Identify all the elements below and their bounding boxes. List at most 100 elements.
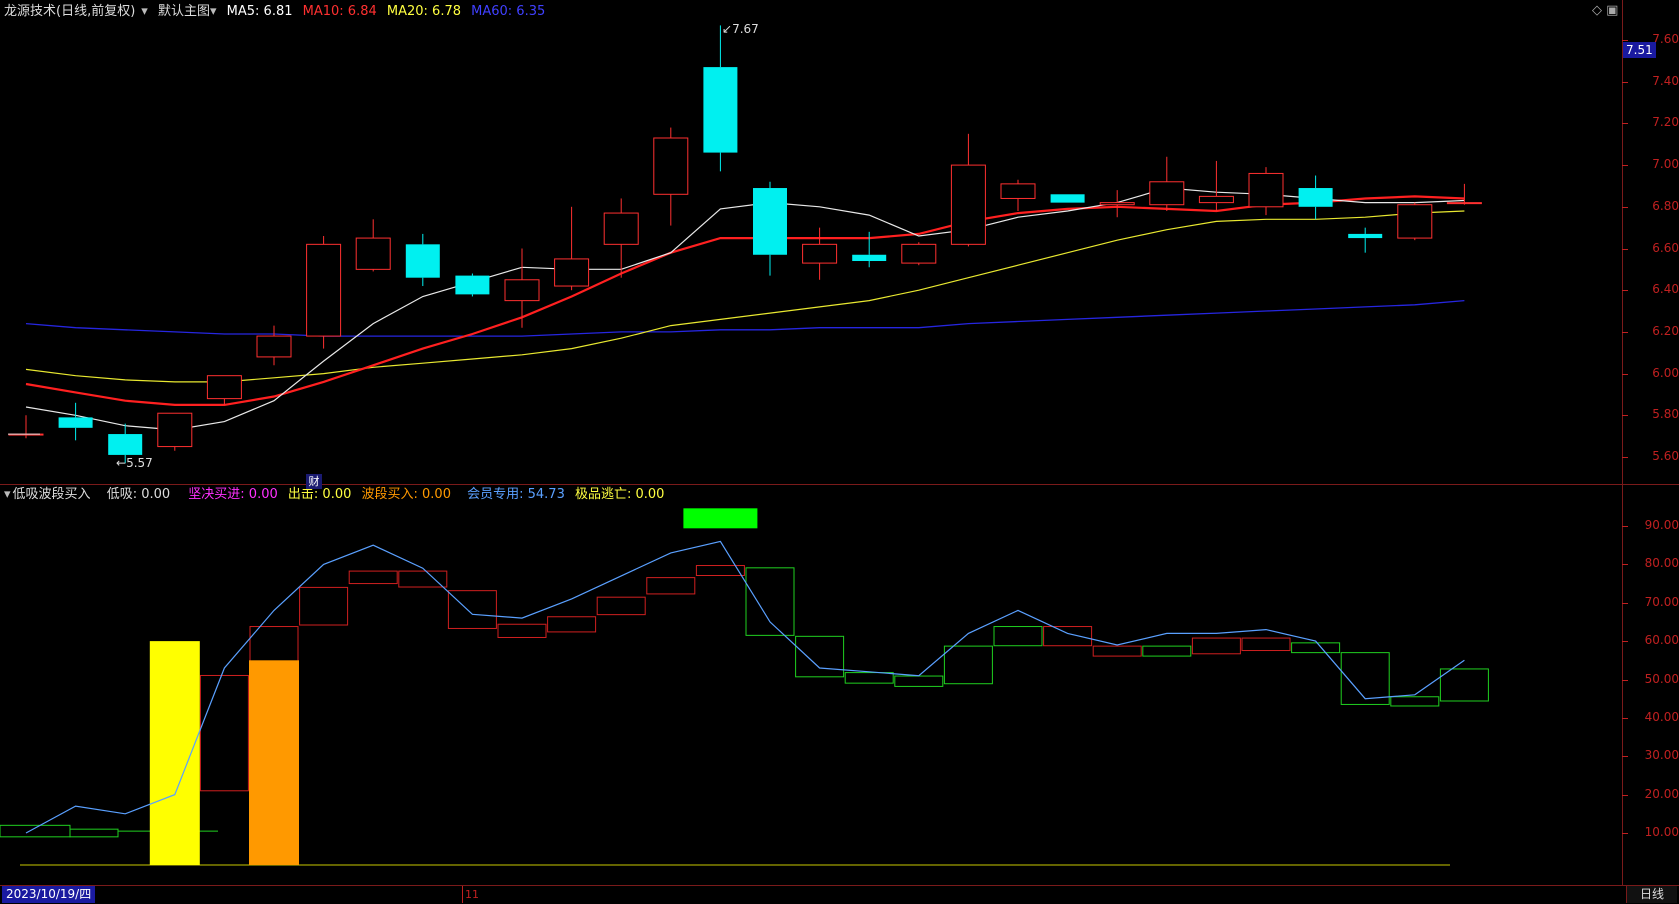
indicator-tick-label: 50.00 — [1644, 671, 1679, 686]
candle — [950, 133, 986, 247]
candle-body — [1248, 172, 1284, 208]
candle-body — [703, 67, 738, 153]
indicator-tick-mark — [1622, 526, 1628, 527]
price-tick-mark — [1622, 331, 1628, 333]
jipin-signal-bar — [683, 508, 758, 529]
candle — [1397, 202, 1433, 241]
price-tick-label: 6.60 — [1652, 240, 1679, 255]
huiyuan-line — [25, 540, 1465, 834]
candle — [206, 375, 242, 405]
trend-box — [894, 675, 944, 687]
price-tick-mark — [1622, 290, 1628, 292]
trend-box — [497, 623, 547, 638]
trend-box — [1439, 668, 1489, 702]
indicator-tick-mark — [1622, 602, 1628, 604]
price-tick-label: 6.40 — [1652, 282, 1679, 297]
current-price-badge: 7.51 — [1623, 42, 1656, 58]
candle-body — [802, 243, 838, 264]
arrow-left-icon: ← — [116, 456, 127, 470]
candle-body — [256, 335, 292, 358]
candle-body — [306, 243, 342, 337]
candle — [554, 206, 590, 291]
candle — [802, 227, 838, 280]
trend-box — [844, 672, 894, 684]
trend-box — [348, 570, 398, 585]
trend-box — [447, 590, 497, 629]
low-price-label: ←5.57 — [116, 456, 153, 470]
candle-body — [950, 164, 986, 245]
candle — [703, 25, 738, 172]
indicator-tick-mark — [1622, 833, 1628, 834]
trend-box — [695, 565, 745, 577]
candle — [1348, 227, 1383, 253]
indicator-tick-label: 70.00 — [1644, 594, 1679, 609]
price-tick-mark — [1622, 165, 1628, 167]
price-tick-label: 7.20 — [1652, 115, 1679, 130]
indicator-tick-mark — [1622, 679, 1628, 681]
candle — [256, 325, 292, 366]
indicator-tick-mark — [1622, 564, 1628, 566]
price-tick-label: 6.00 — [1652, 365, 1679, 380]
candle — [306, 235, 342, 349]
candle — [58, 402, 93, 441]
trend-box — [646, 577, 696, 595]
candle-body — [355, 237, 391, 270]
price-tick-mark — [1622, 373, 1628, 375]
trend-box — [1092, 645, 1142, 657]
ma20-line — [25, 210, 1465, 383]
trend-box — [1142, 645, 1192, 657]
indicator-tick-mark — [1622, 756, 1628, 758]
trend-box — [745, 567, 795, 636]
candle-body — [504, 279, 540, 302]
price-tick-label: 7.40 — [1652, 73, 1679, 88]
candle-body — [554, 258, 590, 287]
price-tick-mark — [1622, 206, 1628, 208]
indicator-tick-mark — [1622, 717, 1628, 719]
indicator-tick-label: 30.00 — [1644, 748, 1679, 763]
candle — [753, 181, 787, 276]
trend-box — [69, 828, 119, 838]
candle — [1149, 156, 1185, 211]
indicator-chart[interactable] — [0, 485, 1622, 885]
period-button[interactable]: 日线 — [1626, 886, 1677, 903]
candle — [653, 127, 689, 226]
candle — [1248, 167, 1284, 216]
arrow-icon: ↙ — [722, 22, 733, 36]
price-tick-mark — [1622, 415, 1628, 417]
financial-report-badge[interactable]: 财 — [306, 474, 322, 489]
candle — [1298, 175, 1333, 220]
trend-box — [596, 596, 646, 616]
indicator-tick-label: 80.00 — [1644, 556, 1679, 571]
candle-body — [108, 434, 143, 455]
candle — [1099, 190, 1135, 218]
candle-body — [1348, 233, 1383, 239]
price-tick-mark — [1622, 457, 1628, 458]
price-tick-label: 5.60 — [1652, 449, 1679, 463]
indicator-tick-label: 60.00 — [1644, 633, 1679, 648]
candle-body — [58, 417, 93, 428]
indicator-tick-label: 40.00 — [1644, 709, 1679, 724]
ma10-line — [25, 195, 1465, 406]
candlestick-chart[interactable] — [0, 0, 1622, 484]
trend-box — [993, 626, 1043, 647]
month-marker: 11 — [462, 886, 479, 903]
candle-body — [1446, 202, 1482, 205]
price-tick-mark — [1622, 81, 1628, 83]
candle — [504, 248, 540, 328]
candle-body — [157, 412, 193, 448]
indicator-tick-mark — [1622, 641, 1628, 643]
price-tick-label: 5.80 — [1652, 407, 1679, 422]
candle — [355, 219, 391, 272]
trend-box — [0, 824, 71, 838]
time-axis-bar — [0, 885, 1679, 904]
candle-body — [455, 275, 490, 295]
candle-body — [753, 188, 787, 255]
trend-box — [199, 674, 249, 792]
trend-box — [299, 586, 349, 626]
price-tick-mark — [1622, 40, 1628, 41]
indicator-tick-label: 90.00 — [1644, 518, 1679, 532]
trend-box — [1291, 642, 1341, 654]
trend-box — [1241, 637, 1291, 652]
price-tick-label: 6.80 — [1652, 198, 1679, 213]
dixi-bar — [149, 641, 200, 865]
